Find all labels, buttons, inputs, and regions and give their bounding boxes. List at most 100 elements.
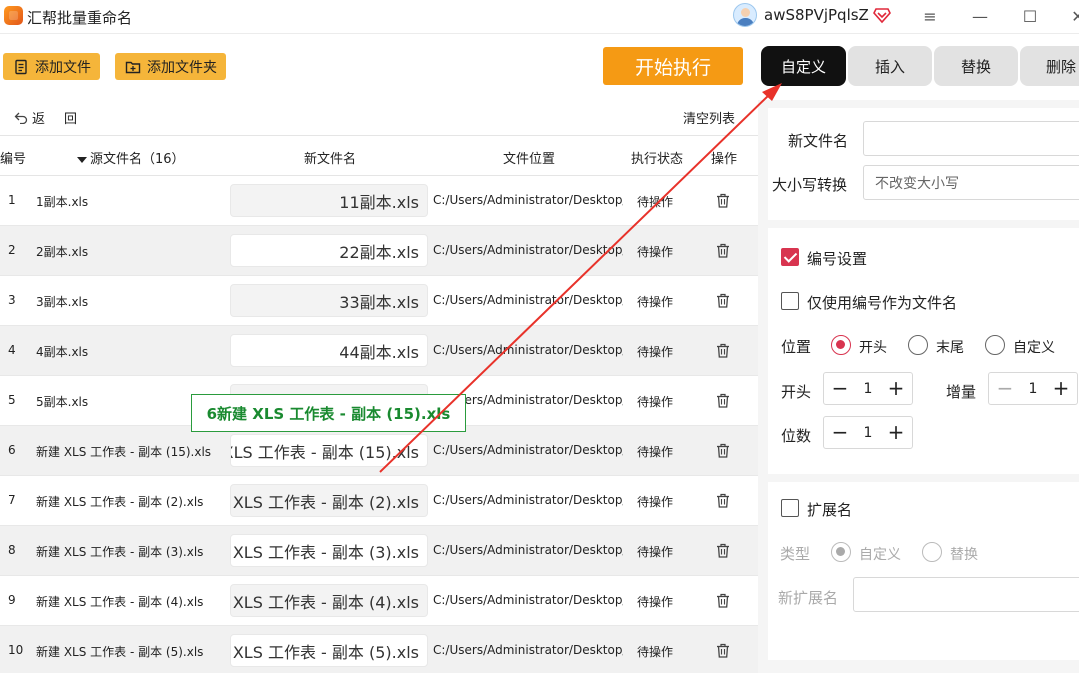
row-new-name-input[interactable]: 6新建 XLS 工作表 - 副本 (15).xls: [230, 434, 428, 467]
vip-diamond-icon[interactable]: [873, 6, 891, 24]
tab-replace[interactable]: 替换: [934, 46, 1018, 86]
row-status: 待操作: [637, 595, 674, 609]
extension-label: 扩展名: [807, 501, 853, 519]
new-ext-label: 新扩展名: [778, 589, 839, 607]
row-index: 6: [8, 443, 16, 457]
row-index: 2: [8, 243, 16, 257]
digits-plus-button[interactable]: +: [885, 421, 907, 443]
position-custom-label: 自定义: [1013, 340, 1055, 356]
start-button[interactable]: 开始执行: [603, 47, 743, 85]
extension-checkbox[interactable]: [781, 499, 799, 517]
tab-custom[interactable]: 自定义: [761, 46, 846, 86]
delete-row-icon[interactable]: [716, 543, 730, 558]
row-source-name: 3副本.xls: [36, 295, 89, 309]
position-label: 位置: [781, 338, 812, 356]
only-number-label: 仅使用编号作为文件名: [807, 294, 958, 312]
position-start-radio[interactable]: [831, 335, 851, 355]
delete-row-icon[interactable]: [716, 193, 730, 208]
add-folder-label: 添加文件夹: [147, 59, 217, 76]
row-source-name: 新建 XLS 工作表 - 副本 (5).xls: [36, 645, 204, 659]
table-row[interactable]: 9新建 XLS 工作表 - 副本 (4).xls9新建 XLS 工作表 - 副本…: [0, 576, 758, 626]
start-plus-button[interactable]: +: [885, 377, 907, 399]
case-label: 大小写转换: [772, 176, 848, 194]
row-new-name-input[interactable]: 44副本.xls: [230, 334, 428, 367]
new-name-label: 新文件名: [788, 132, 849, 150]
delete-row-icon[interactable]: [716, 443, 730, 458]
table-row[interactable]: 2 2副本.xls 22副本.xls C:/Users/Administrator/D…: [0, 226, 758, 276]
close-button[interactable]: ✕: [1065, 5, 1079, 27]
row-path: C:/Users/Administrator/Desktop/: [433, 543, 623, 557]
delete-row-icon[interactable]: [716, 243, 730, 258]
row-index: 5: [8, 393, 16, 407]
row-status: 待操作: [637, 445, 674, 459]
row-new-name-value: 33副本.xls: [339, 292, 419, 312]
delete-row-icon[interactable]: [716, 393, 730, 408]
table-row[interactable]: 4 4副本.xls 44副本.xls C:/Users/Administrator/D…: [0, 326, 758, 376]
table-row[interactable]: 7新建 XLS 工作表 - 副本 (2).xls7新建 XLS 工作表 - 副本…: [0, 476, 758, 526]
row-new-name-input[interactable]: 7新建 XLS 工作表 - 副本 (2).xls: [230, 484, 428, 517]
clear-list-button[interactable]: 清空列表: [683, 108, 735, 127]
add-folder-button[interactable]: 添加文件夹: [115, 53, 226, 80]
menu-icon[interactable]: ≡: [917, 5, 943, 27]
digits-stepper[interactable]: − 1 +: [823, 416, 913, 449]
row-new-name-input[interactable]: 11副本.xls: [230, 184, 428, 217]
ext-type-replace-radio[interactable]: [922, 542, 942, 562]
row-new-name-input[interactable]: 10新建 XLS 工作表 - 副本 (5).xls: [230, 634, 428, 667]
minimize-button[interactable]: —: [967, 5, 993, 27]
folder-add-icon: [125, 61, 141, 73]
delete-row-icon[interactable]: [716, 343, 730, 358]
numbering-card: 编号设置 仅使用编号作为文件名 位置 开头 末尾 自定义 开头 − 1 + 增量…: [768, 228, 1079, 474]
row-new-name-input[interactable]: 33副本.xls: [230, 284, 428, 317]
table-row[interactable]: 8新建 XLS 工作表 - 副本 (3).xls8新建 XLS 工作表 - 副本…: [0, 526, 758, 576]
new-name-input[interactable]: [863, 121, 1079, 156]
row-index: 1: [8, 193, 16, 207]
table-row[interactable]: 6新建 XLS 工作表 - 副本 (15).xls6新建 XLS 工作表 - 副…: [0, 426, 758, 476]
row-new-name-input[interactable]: 8新建 XLS 工作表 - 副本 (3).xls: [230, 534, 428, 567]
row-source-name: 2副本.xls: [36, 245, 89, 259]
sort-down-icon: [77, 156, 87, 163]
increment-stepper[interactable]: − 1 +: [988, 372, 1078, 405]
delete-row-icon[interactable]: [716, 643, 730, 658]
tab-delete[interactable]: 删除: [1020, 46, 1079, 86]
start-stepper[interactable]: − 1 +: [823, 372, 913, 405]
maximize-button[interactable]: ☐: [1017, 5, 1043, 27]
add-file-button[interactable]: 添加文件: [3, 53, 100, 80]
header-source-name[interactable]: 源文件名（16）: [77, 148, 185, 167]
back-arrow-icon: [14, 112, 28, 124]
username[interactable]: awS8PVjPqlsZ: [764, 6, 869, 24]
numbering-checkbox[interactable]: [781, 248, 799, 266]
ext-type-custom-radio[interactable]: [831, 542, 851, 562]
position-end-radio[interactable]: [908, 335, 928, 355]
table-row[interactable]: 10新建 XLS 工作表 - 副本 (5).xls10新建 XLS 工作表 - …: [0, 626, 758, 673]
settings-panel: 新文件名 大小写转换 不改变大小写 编号设置 仅使用编号作为文件名 位置 开头 …: [758, 100, 1079, 673]
header-index: 编号: [0, 152, 27, 167]
delete-row-icon[interactable]: [716, 493, 730, 508]
delete-row-icon[interactable]: [716, 293, 730, 308]
avatar[interactable]: [733, 3, 757, 27]
only-number-checkbox[interactable]: [781, 292, 799, 310]
increment-plus-button[interactable]: +: [1050, 377, 1072, 399]
row-source-name: 4副本.xls: [36, 345, 89, 359]
row-path: C:/Users/Administrator/Desktop/: [433, 243, 623, 257]
row-new-name-value: 9新建 XLS 工作表 - 副本 (4).xls: [231, 592, 419, 612]
position-custom-radio[interactable]: [985, 335, 1005, 355]
row-status: 待操作: [637, 245, 674, 259]
tab-insert[interactable]: 插入: [848, 46, 932, 86]
position-start-label: 开头: [859, 340, 887, 356]
row-path: C:/Users/Administrator/Desktop/: [433, 493, 623, 507]
row-index: 9: [8, 593, 16, 607]
row-new-name-input[interactable]: 22副本.xls: [230, 234, 428, 267]
new-ext-input[interactable]: [853, 577, 1079, 612]
row-new-name-value: 10新建 XLS 工作表 - 副本 (5).xls: [231, 642, 419, 662]
row-index: 10: [8, 643, 24, 657]
back-label-2[interactable]: 回: [64, 108, 77, 127]
table-row[interactable]: 1 1副本.xls 11副本.xls C:/Users/Administrator/D…: [0, 176, 758, 226]
back-button[interactable]: 返: [14, 108, 45, 127]
row-new-name-input[interactable]: 9新建 XLS 工作表 - 副本 (4).xls: [230, 584, 428, 617]
table-row[interactable]: 3 3副本.xls 33副本.xls C:/Users/Administrator/D…: [0, 276, 758, 326]
row-new-name-value: 7新建 XLS 工作表 - 副本 (2).xls: [231, 492, 419, 512]
case-select[interactable]: 不改变大小写: [863, 165, 1079, 200]
ext-type-label: 类型: [780, 545, 811, 563]
add-file-label: 添加文件: [35, 59, 91, 76]
delete-row-icon[interactable]: [716, 593, 730, 608]
